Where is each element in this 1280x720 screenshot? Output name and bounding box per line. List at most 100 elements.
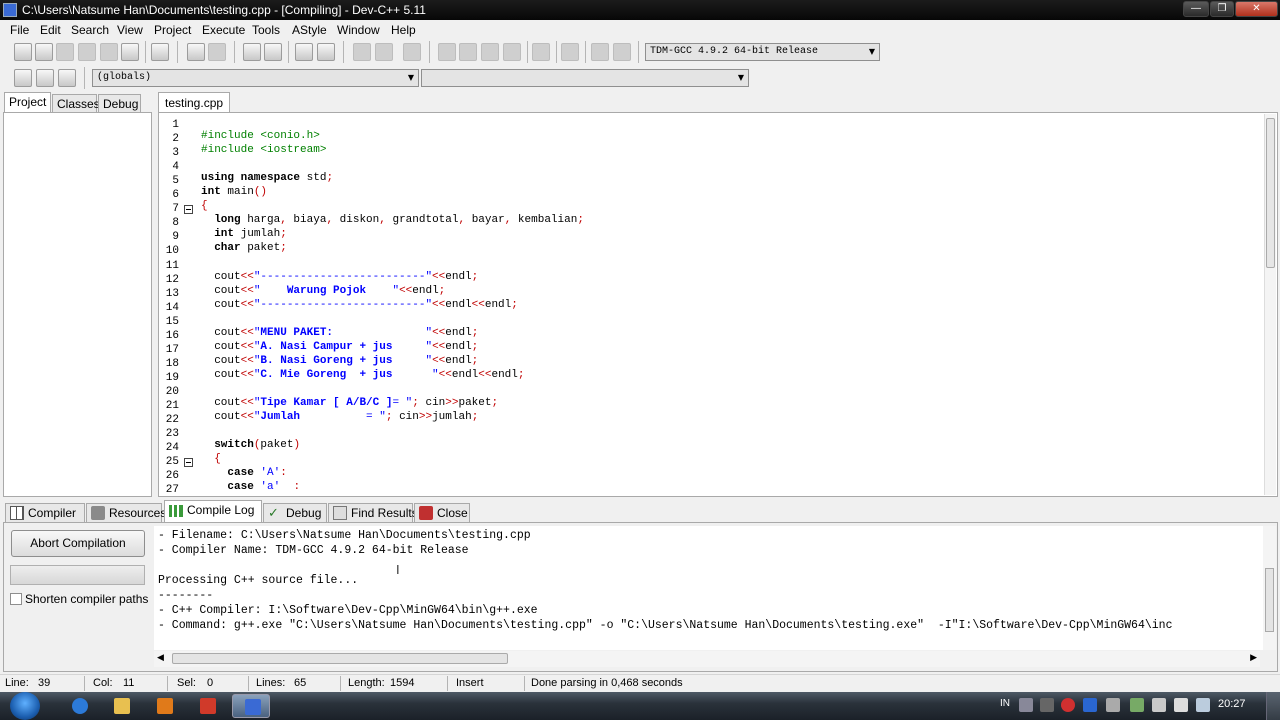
menu-file[interactable]: File — [10, 23, 29, 37]
tab-debug[interactable]: Debug — [98, 94, 141, 112]
bookmark-icon[interactable] — [58, 69, 76, 87]
checkbox-box[interactable] — [10, 593, 22, 605]
member-select[interactable]: ▼ — [421, 69, 749, 87]
tray-keyboard-icon[interactable] — [1019, 698, 1033, 712]
remove-from-project-icon[interactable] — [375, 43, 393, 61]
tray-network-icon[interactable] — [1130, 698, 1144, 712]
project-options-icon[interactable] — [317, 43, 335, 61]
replace-icon[interactable] — [264, 43, 282, 61]
status-separator — [84, 676, 85, 691]
code-line: cout<<"A. Nasi Campur + jus "<<endl; — [201, 340, 479, 353]
fold-toggle-icon[interactable] — [184, 205, 193, 215]
scope-select[interactable]: (globals) ▼ — [92, 69, 419, 87]
goto-icon[interactable] — [36, 69, 54, 87]
menu-window[interactable]: Window — [337, 23, 380, 37]
code-line: switch(paket) — [214, 439, 301, 452]
scroll-thumb[interactable] — [1266, 118, 1275, 268]
profile-icon[interactable] — [613, 43, 631, 61]
tab-compile-log[interactable]: Compile Log — [164, 500, 262, 523]
code-line: #include <conio.h> — [201, 130, 320, 143]
tab-classes[interactable]: Classes — [52, 94, 100, 112]
tab-project[interactable]: Project — [4, 92, 51, 113]
redo-icon[interactable] — [208, 43, 226, 61]
volume-icon[interactable] — [1174, 698, 1188, 712]
code-editor[interactable]: 1 2 3 4 5 6 7 8 9 10 11 12 13 14 15 16 17 18 19 20 21 22 23 24 2… — [158, 112, 1278, 497]
text-cursor-icon: I — [396, 562, 400, 577]
tab-compiler[interactable]: Compiler — [5, 503, 85, 523]
toolbar-separator — [177, 41, 178, 63]
close-file-icon[interactable] — [100, 43, 118, 61]
tab-resources[interactable]: Resources — [86, 503, 166, 523]
fold-toggle-icon[interactable] — [184, 458, 193, 468]
tray-record-icon[interactable] — [1061, 698, 1075, 712]
save-all-icon[interactable] — [78, 43, 96, 61]
show-desktop-button[interactable] — [1266, 692, 1280, 720]
log-vertical-scrollbar[interactable] — [1263, 526, 1276, 650]
scroll-right-icon[interactable]: ▶ — [1250, 652, 1257, 663]
run-icon[interactable] — [459, 43, 477, 61]
code-line: case 'A': — [227, 467, 287, 480]
maximize-button[interactable]: ❐ — [1210, 1, 1234, 17]
status-length-label: Length: — [348, 677, 385, 689]
rebuild-all-icon[interactable] — [503, 43, 521, 61]
syntax-check-icon[interactable] — [532, 43, 550, 61]
menu-search[interactable]: Search — [71, 23, 109, 37]
insert-icon[interactable] — [14, 69, 32, 87]
menu-edit[interactable]: Edit — [40, 23, 61, 37]
project-browser — [3, 112, 152, 497]
add-to-project-icon[interactable] — [353, 43, 371, 61]
abort-compilation-button[interactable]: Abort Compilation — [11, 530, 145, 557]
tray-media-icon[interactable] — [1083, 698, 1097, 712]
tray-app-icon[interactable] — [1040, 698, 1054, 712]
debug-icon[interactable] — [591, 43, 609, 61]
taskbar-explorer[interactable] — [102, 694, 140, 718]
line-number: 17 — [165, 343, 179, 356]
tray-signal-icon[interactable] — [1152, 698, 1166, 712]
goto-line-icon[interactable] — [295, 43, 313, 61]
input-language[interactable]: IN — [1000, 698, 1010, 709]
open-file-icon[interactable] — [35, 43, 53, 61]
menu-tools[interactable]: Tools — [252, 23, 280, 37]
scroll-thumb[interactable] — [1265, 568, 1274, 632]
tray-flag-icon[interactable] — [1196, 698, 1210, 712]
compiler-select[interactable]: TDM-GCC 4.9.2 64-bit Release ▼ — [645, 43, 880, 61]
minimize-button[interactable]: — — [1183, 1, 1209, 17]
menu-view[interactable]: View — [117, 23, 143, 37]
code-line: cout<<"-------------------------"<<endl; — [201, 270, 479, 283]
compile-log-output[interactable]: - Filename: C:\Users\Natsume Han\Documen… — [154, 526, 1276, 650]
file-tab-testing-cpp[interactable]: testing.cpp — [158, 92, 231, 113]
menu-execute[interactable]: Execute — [202, 23, 245, 37]
menu-astyle[interactable]: AStyle — [292, 23, 327, 37]
code-line: case 'a' : — [227, 481, 301, 494]
tab-debug-bottom[interactable]: ✓ Debug — [263, 503, 327, 523]
undo-icon[interactable] — [187, 43, 205, 61]
tray-settings-icon[interactable] — [1106, 698, 1120, 712]
compile-run-icon[interactable] — [481, 43, 499, 61]
close-window-button[interactable]: ✕ — [1235, 1, 1278, 17]
taskbar-app[interactable] — [188, 694, 226, 718]
project-settings-icon[interactable] — [403, 43, 421, 61]
find-icon[interactable] — [243, 43, 261, 61]
scroll-left-icon[interactable]: ◀ — [157, 652, 164, 663]
tab-find-results[interactable]: Find Results — [328, 503, 418, 523]
compile-icon[interactable] — [438, 43, 456, 61]
close-all-icon[interactable] — [121, 43, 139, 61]
new-file-icon[interactable] — [14, 43, 32, 61]
taskbar-media-player[interactable] — [145, 694, 183, 718]
editor-vertical-scrollbar[interactable] — [1264, 114, 1276, 495]
menu-help[interactable]: Help — [391, 23, 416, 37]
shorten-paths-checkbox[interactable]: Shorten compiler paths — [10, 592, 148, 606]
taskbar-devcpp[interactable] — [232, 694, 270, 718]
print-icon[interactable] — [151, 43, 169, 61]
save-icon[interactable] — [56, 43, 74, 61]
log-horizontal-scrollbar[interactable]: ◀ ▶ — [154, 651, 1260, 667]
tab-close[interactable]: Close — [414, 503, 470, 523]
scroll-thumb[interactable] — [172, 653, 508, 664]
menu-project[interactable]: Project — [154, 23, 191, 37]
status-length-value: 1594 — [390, 677, 415, 689]
taskbar-clock[interactable]: 20:27 — [1218, 698, 1246, 710]
taskbar-ie[interactable] — [60, 694, 98, 718]
start-button[interactable] — [10, 692, 40, 720]
toolbar-separator — [556, 41, 557, 63]
stop-execution-icon[interactable] — [561, 43, 579, 61]
